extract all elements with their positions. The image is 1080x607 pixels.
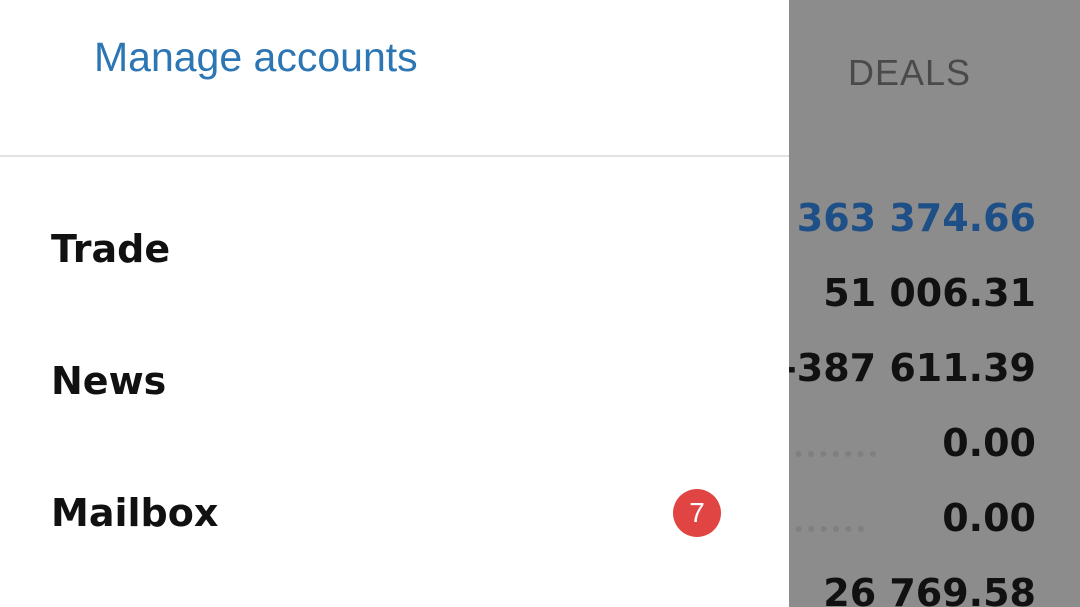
value-row: 26 769.58 [746,555,1036,607]
menu-item-label: Trade [51,227,171,271]
value-row: -387 611.39 [746,330,1036,405]
value-text: 26 769.58 [823,570,1036,607]
menu-item-news[interactable]: News [0,326,789,436]
manage-accounts-link[interactable]: Manage accounts [94,34,418,81]
menu-item-label: Mailbox [51,491,219,535]
navigation-drawer: Manage accounts Trade News Mailbox 7 [0,0,789,607]
value-text: 51 006.31 [823,270,1036,315]
value-text: 0.00 [942,495,1036,540]
menu-item-label: News [51,359,167,403]
value-row: 51 006.31 [746,255,1036,330]
menu-item-mailbox[interactable]: Mailbox 7 [0,458,789,568]
value-text: -387 611.39 [781,345,1036,390]
value-row: 363 374.66 [746,180,1036,255]
value-row: 0.00 [746,405,1036,480]
deal-values-list: 363 374.66 51 006.31 -387 611.39 0.00 0.… [746,180,1036,607]
header-divider [0,155,789,157]
menu-item-trade[interactable]: Trade [0,194,789,304]
value-text: 363 374.66 [796,195,1036,240]
value-row: 0.00 [746,480,1036,555]
drawer-header: Manage accounts [0,0,789,155]
value-text: 0.00 [942,420,1036,465]
unread-count-badge: 7 [673,489,721,537]
tab-deals[interactable]: DEALS [848,52,971,94]
screen: DEALS 363 374.66 51 006.31 -387 611.39 0… [0,0,1080,607]
